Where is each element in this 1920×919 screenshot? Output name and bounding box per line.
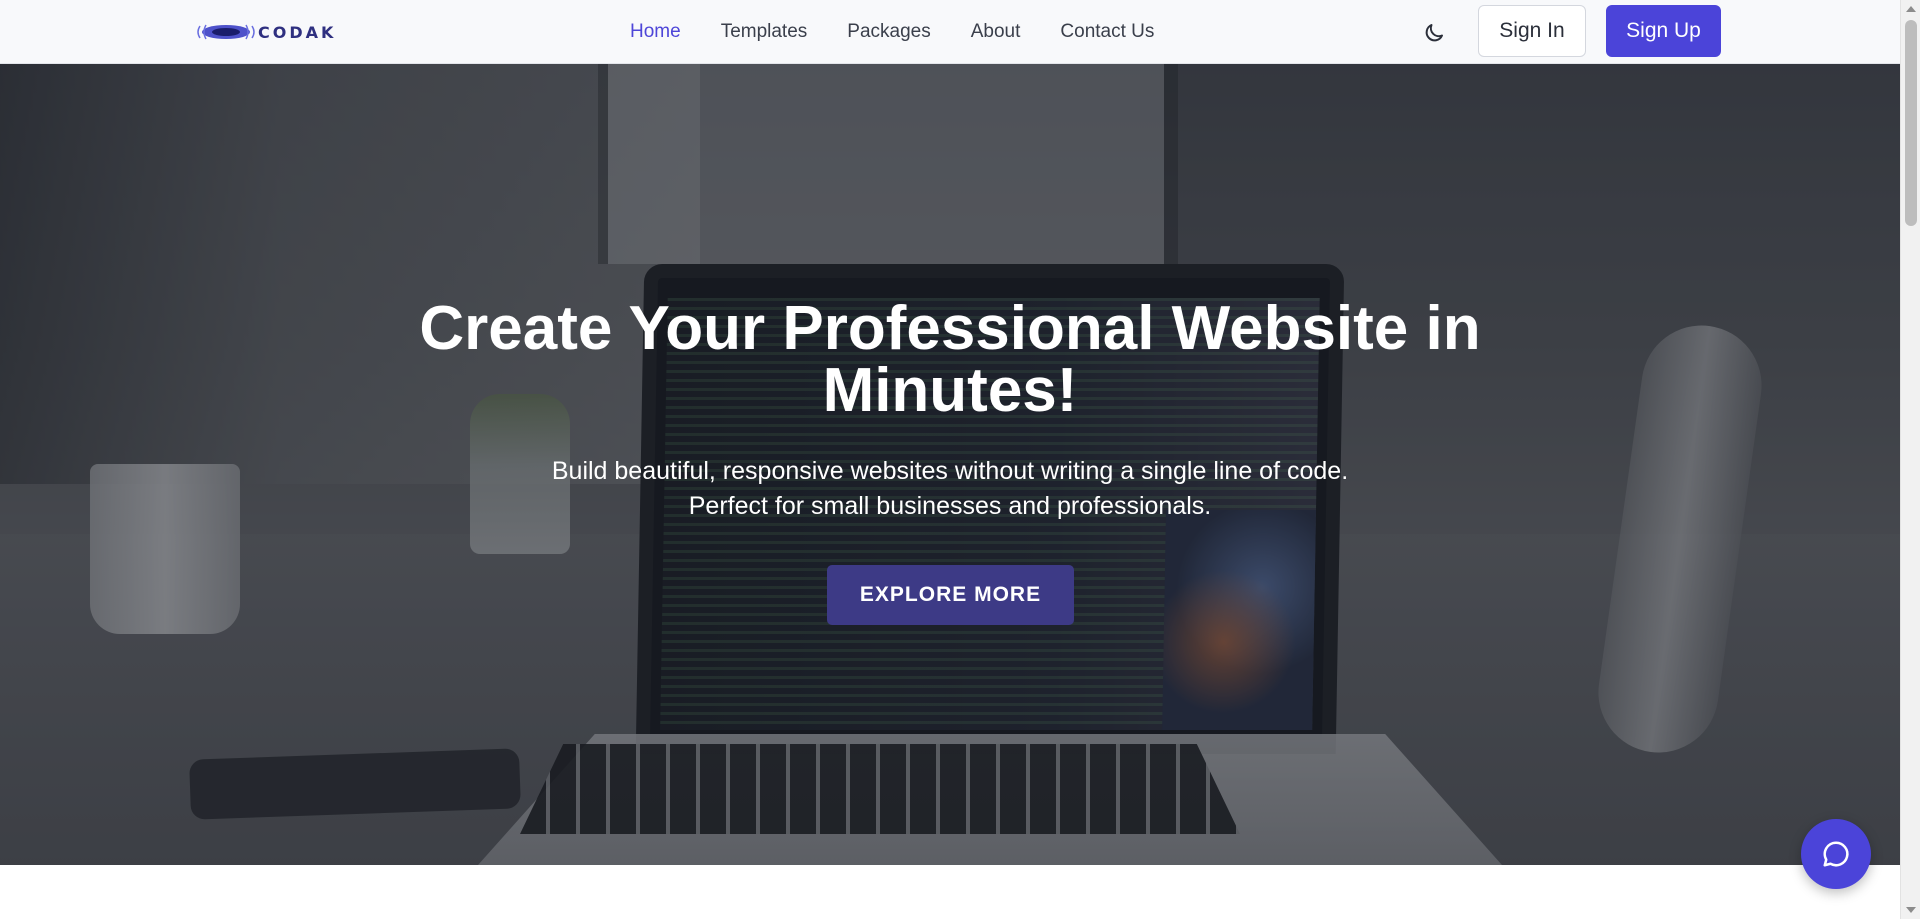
site-header: CODAK Home Templates Packages About Cont… (0, 0, 1900, 64)
logo[interactable]: CODAK (196, 20, 352, 44)
hero-content: Create Your Professional Website in Minu… (0, 64, 1900, 865)
scrollbar-thumb[interactable] (1905, 20, 1917, 226)
explore-more-button[interactable]: EXPLORE MORE (827, 565, 1074, 625)
logo-text: CODAK (258, 23, 336, 42)
page-scrollbar[interactable] (1900, 0, 1920, 919)
chat-bubble-icon (1823, 841, 1849, 867)
theme-toggle-button[interactable] (1418, 17, 1450, 49)
hero-subtitle: Build beautiful, responsive websites wit… (551, 457, 1349, 520)
nav-about[interactable]: About (971, 21, 1021, 43)
nav-contact-us[interactable]: Contact Us (1060, 21, 1154, 43)
scroll-down-arrow-icon[interactable] (1906, 907, 1916, 913)
nav-packages[interactable]: Packages (847, 21, 930, 43)
moon-icon (1425, 24, 1443, 42)
logo-mark: CODAK (197, 23, 336, 42)
sign-up-button[interactable]: Sign Up (1606, 5, 1721, 57)
scroll-up-arrow-icon[interactable] (1906, 6, 1916, 12)
chat-button[interactable] (1801, 819, 1871, 889)
hero-title: Create Your Professional Website in Minu… (419, 294, 1481, 425)
nav-templates[interactable]: Templates (721, 21, 808, 43)
main-nav: Home Templates Packages About Contact Us (630, 0, 1154, 64)
hero-section: Create Your Professional Website in Minu… (0, 64, 1900, 865)
nav-home[interactable]: Home (630, 21, 681, 43)
sign-in-button[interactable]: Sign In (1478, 5, 1586, 57)
